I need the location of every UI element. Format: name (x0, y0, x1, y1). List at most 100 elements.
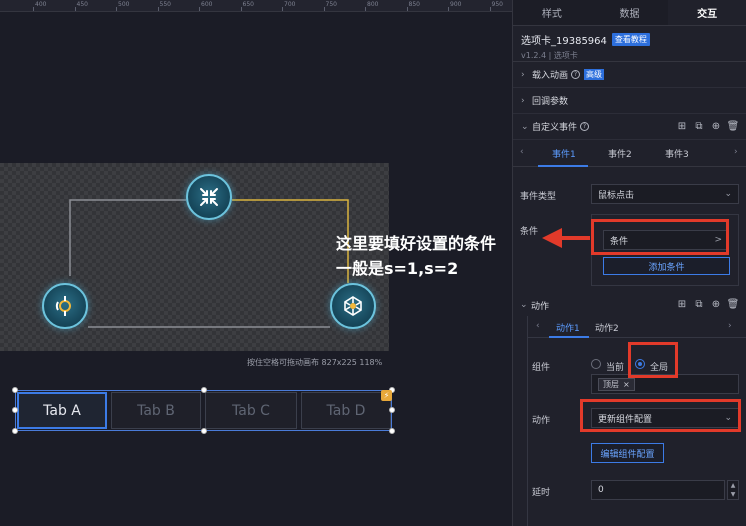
ruler-tick (33, 7, 34, 11)
canvas-hint-text: 按住空格可拖动画布 827x225 118% (247, 358, 383, 367)
event-tabs: ‹ 事件1 事件2 事件3 › (512, 141, 746, 167)
ruler-tick (489, 7, 491, 11)
action-tabs: ‹ 动作1 动作2 › (527, 316, 746, 338)
tab-data[interactable]: 数据 (591, 0, 669, 25)
component-header: 选项卡_19385964 查看教程 v1.2.4 | 选项卡 (513, 26, 746, 62)
node-network-icon (330, 283, 376, 329)
add-circle-icon[interactable]: ⊕ (711, 121, 721, 132)
ruler-tick (448, 7, 449, 11)
resize-handle-tc[interactable] (201, 387, 207, 393)
ruler-tick (116, 7, 117, 11)
copy-icon[interactable]: ⧉ (694, 299, 704, 310)
section-action[interactable]: ⌄ 动作 ⊞ ⧉ ⊕ 🗑 (512, 292, 746, 318)
help-icon[interactable]: ? (571, 70, 581, 79)
close-icon[interactable]: × (623, 380, 630, 389)
chevron-down-icon: ⌄ (724, 189, 732, 199)
chevron-right-icon[interactable]: › (728, 321, 732, 331)
radio-current-label: 当前 (606, 363, 625, 373)
delete-icon[interactable]: 🗑 (727, 121, 740, 132)
ruler-tick (157, 7, 159, 11)
ruler-tick (74, 7, 76, 11)
copy-icon[interactable]: ⧉ (694, 121, 704, 132)
resize-handle-bl[interactable] (12, 428, 18, 434)
chevron-right-icon: › (521, 69, 525, 80)
resize-handle-tl[interactable] (12, 387, 18, 393)
ruler-tick (365, 7, 366, 11)
panel-tabs: 样式 数据 交互 (513, 0, 746, 26)
tab-event-1[interactable]: 事件1 (552, 147, 576, 160)
section-load-animation[interactable]: › 载入动画 ? 高级 (513, 62, 746, 88)
condition-label: 条件 (520, 227, 539, 237)
trash-bin-icon[interactable]: ⊞ (677, 299, 687, 310)
action-label: 动作 (532, 416, 551, 426)
ruler-tick (323, 7, 325, 11)
ruler-tick-label: 900 (450, 1, 462, 8)
ruler-tick-label: 750 (325, 1, 337, 8)
flow-graphic-preview[interactable] (0, 163, 389, 351)
delay-label: 延时 (532, 488, 551, 498)
add-condition-button[interactable]: 添加条件 (603, 257, 730, 275)
ruler-tick (282, 7, 283, 11)
chevron-left-icon[interactable]: ‹ (520, 147, 524, 157)
tab-c[interactable]: Tab C (205, 392, 297, 429)
highlight-action-select (580, 399, 741, 432)
ruler-tick-label: 600 (201, 1, 213, 8)
ruler-tick-label: 950 (491, 1, 503, 8)
tab-action-2[interactable]: 动作2 (595, 321, 619, 334)
add-circle-icon[interactable]: ⊕ (711, 299, 721, 310)
tag-top-layer: 顶层 × (598, 378, 635, 391)
event-type-label: 事件类型 (520, 192, 557, 202)
chevron-down-icon: ⌄ (521, 121, 529, 132)
ruler-tick-label: 550 (159, 1, 171, 8)
lightning-icon: ⚡ (381, 390, 392, 401)
ruler-tick-label: 850 (408, 1, 420, 8)
section-custom-event[interactable]: ⌄ 自定义事件 ? ⊞ ⧉ ⊕ 🗑 (513, 114, 746, 140)
chevron-right-icon: › (521, 95, 525, 106)
ruler-tick-label: 500 (118, 1, 130, 8)
delay-stepper[interactable]: ▲ ▼ (727, 480, 739, 500)
tab-interaction[interactable]: 交互 (668, 0, 746, 25)
resize-handle-bc[interactable] (201, 428, 207, 434)
section-callback-params[interactable]: › 回调参数 (513, 88, 746, 114)
annotation-text: 这里要填好设置的条件 一般是s=1,s=2 (336, 234, 497, 278)
ruler-tick-label: 700 (284, 1, 296, 8)
ruler-tick (406, 7, 408, 11)
active-action-underline (549, 336, 589, 338)
resize-handle-mr[interactable] (389, 407, 395, 413)
tab-action-1[interactable]: 动作1 (556, 321, 580, 334)
active-tab-underline (538, 165, 588, 167)
tab-d[interactable]: Tab D (301, 392, 391, 429)
ruler-tick-label: 800 (367, 1, 379, 8)
tab-a[interactable]: Tab A (17, 392, 107, 429)
tabs-component-preview[interactable]: Tab A Tab B Tab C Tab D (15, 390, 392, 431)
delay-input[interactable]: 0 (591, 480, 725, 500)
delete-icon[interactable]: 🗑 (727, 299, 740, 310)
tab-style[interactable]: 样式 (513, 0, 591, 25)
resize-handle-ml[interactable] (12, 407, 18, 413)
view-tutorial-button[interactable]: 查看教程 (611, 33, 650, 46)
chevron-right-icon[interactable]: › (734, 147, 738, 157)
tab-event-2[interactable]: 事件2 (608, 147, 632, 160)
event-type-select[interactable]: 鼠标点击 ⌄ (591, 184, 739, 204)
highlight-condition (591, 219, 729, 255)
tab-event-3[interactable]: 事件3 (665, 147, 689, 160)
ruler-tick (240, 7, 242, 11)
highlight-global-radio (628, 342, 678, 378)
node-target-icon (42, 283, 88, 329)
component-version: v1.2.4 | 选项卡 (521, 51, 578, 60)
chevron-down-icon: ⌄ (520, 300, 528, 310)
resize-handle-br[interactable] (389, 428, 395, 434)
radio-current[interactable] (591, 359, 601, 369)
advanced-badge: 高级 (584, 69, 605, 80)
ruler-tick-label: 400 (35, 1, 47, 8)
horizontal-ruler: 400 450 500 550 600 650 700 750 800 850 900 950 (0, 0, 512, 12)
edit-component-config-button[interactable]: 编辑组件配置 (591, 443, 664, 463)
chevron-left-icon[interactable]: ‹ (536, 321, 540, 331)
trash-bin-icon[interactable]: ⊞ (677, 121, 687, 132)
ruler-tick-label: 650 (242, 1, 254, 8)
ruler-tick-label: 450 (76, 1, 88, 8)
help-icon[interactable]: ? (580, 122, 590, 131)
ruler-tick (199, 7, 200, 11)
tab-b[interactable]: Tab B (111, 392, 201, 429)
component-label: 组件 (532, 363, 551, 373)
